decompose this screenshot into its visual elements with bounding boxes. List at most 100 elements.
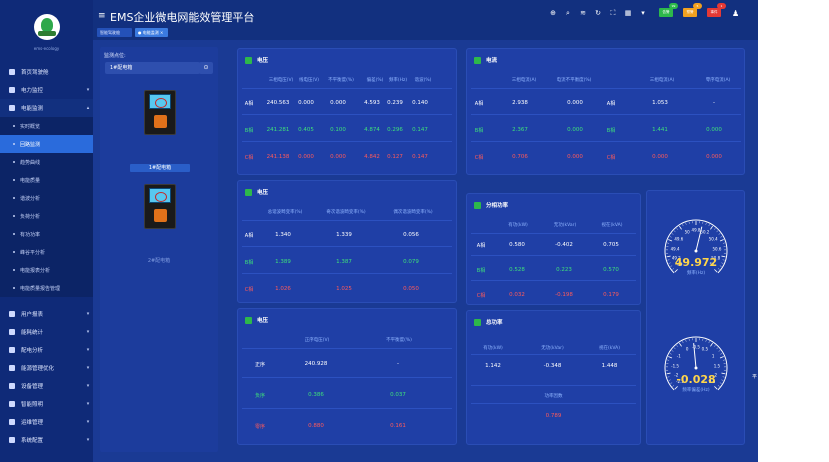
signal-icon[interactable]: ≋ bbox=[579, 9, 587, 17]
sidebar-sub-report[interactable]: 电能报表分析 bbox=[0, 261, 93, 279]
gauge-tick-label: -0.5 bbox=[692, 345, 700, 350]
voltage-col-header: 线电压(V) bbox=[298, 78, 320, 83]
gauge-tick bbox=[672, 268, 675, 270]
shirt-icon[interactable]: ▾ bbox=[639, 9, 647, 17]
harmonic-row-label: B相 bbox=[244, 260, 254, 266]
distribution-icon bbox=[9, 347, 15, 353]
device-icon bbox=[9, 383, 15, 389]
target-icon[interactable]: ⊙ bbox=[199, 62, 213, 74]
gauge-tick bbox=[666, 255, 671, 258]
header-tools: ⊕ ⌕ ≋ ↻ ⛶ ▦ ▾ bbox=[549, 9, 647, 17]
total-reactive-header: 无功(kVar) bbox=[541, 346, 564, 351]
power-col-header: 视在(kVA) bbox=[601, 223, 623, 228]
harmonic-col-header: 奇次谐波畸变率(%) bbox=[326, 210, 366, 215]
device-image-1[interactable] bbox=[144, 90, 176, 135]
sidebar-item-energy-stats[interactable]: 能耗统计 ▾ bbox=[0, 323, 93, 341]
search-icon[interactable]: ⌕ bbox=[564, 9, 572, 17]
current-row-label-2: C相 bbox=[606, 155, 616, 161]
gauge-tick bbox=[674, 269, 678, 273]
gauge-tick bbox=[721, 255, 726, 258]
gauge-tick bbox=[714, 269, 718, 273]
current-panel-title: 电流 bbox=[474, 56, 497, 64]
sidebar-item-user-report[interactable]: 用户报表 ▾ bbox=[0, 305, 93, 323]
power-cell: 0.528 bbox=[509, 267, 525, 273]
sidebar-item-devices[interactable]: 设备管理 ▾ bbox=[0, 377, 93, 395]
gauge-tick bbox=[668, 379, 671, 381]
voltage-row-label: B相 bbox=[244, 128, 254, 134]
sequence-cell: - bbox=[397, 361, 399, 367]
sidebar-sub-load[interactable]: 负荷分析 bbox=[0, 207, 93, 225]
sidebar-item-dashboard[interactable]: 首页驾驶舱 bbox=[0, 63, 93, 81]
power-cell: 0.223 bbox=[556, 267, 572, 273]
gauge-tick bbox=[667, 359, 670, 361]
breadcrumb-current[interactable]: ● 电能监测 × bbox=[135, 28, 168, 37]
breadcrumb-home[interactable]: 智能驾驶舱 bbox=[97, 28, 132, 37]
current-cell: 0.000 bbox=[567, 100, 583, 106]
sidebar-item-energy-monitor[interactable]: 电能监测 ▴ bbox=[0, 99, 93, 117]
sequence-cell: 0.037 bbox=[390, 392, 406, 398]
current-cell: 0.000 bbox=[706, 127, 722, 133]
gauge-tick bbox=[721, 379, 724, 381]
current-col-header: 电流不平衡度(%) bbox=[556, 78, 592, 83]
gauge-value: -0.028 bbox=[676, 373, 715, 386]
gear-icon bbox=[9, 437, 15, 443]
voltage-cell: 0.140 bbox=[412, 100, 428, 106]
menu-icon[interactable]: ≡ bbox=[98, 11, 106, 21]
power-col-header: 有功(kW) bbox=[508, 223, 528, 228]
current-row-label-2: B相 bbox=[606, 128, 616, 134]
sidebar-item-operations[interactable]: 运维管理 ▾ bbox=[0, 413, 93, 431]
sidebar-sub-overview[interactable]: 实时概览 bbox=[0, 117, 93, 135]
gauge-tick bbox=[720, 353, 723, 355]
current-cell: 0.000 bbox=[652, 154, 668, 160]
total-power-icon bbox=[474, 318, 481, 326]
sidebar-item-optimization[interactable]: 能源管理优化 ▾ bbox=[0, 359, 93, 377]
gauge-tick bbox=[719, 265, 722, 267]
gauge-svg: 49.850 50.249.6 50.449.4 50.649.2 50.849 5149… bbox=[664, 219, 728, 393]
sidebar-sub-active-power[interactable]: 有功功率 bbox=[0, 225, 93, 243]
current-row-label: A相 bbox=[474, 101, 484, 107]
sidebar-sub-harmonic[interactable]: 谐波分析 bbox=[0, 189, 93, 207]
event-button[interactable]: 事件 1 bbox=[707, 3, 726, 17]
sidebar-item-distribution[interactable]: 配电分析 ▾ bbox=[0, 341, 93, 359]
warning-button[interactable]: 预警 5 bbox=[683, 3, 702, 17]
sidebar-sub-trend[interactable]: 趋势曲线 bbox=[0, 153, 93, 171]
sidebar-sub-quality-report[interactable]: 电能质量报告管理 bbox=[0, 279, 93, 297]
device-label-1[interactable]: 1#配电箱 bbox=[130, 164, 190, 172]
sidebar-sub-peak-valley[interactable]: 峰谷平分析 bbox=[0, 243, 93, 261]
power-factor-value: 0.789 bbox=[545, 413, 562, 419]
power-cell: 0.705 bbox=[603, 242, 619, 248]
grid-icon[interactable]: ▦ bbox=[624, 9, 632, 17]
gauge-tick bbox=[720, 236, 723, 238]
sidebar-item-system[interactable]: 系统配置 ▾ bbox=[0, 431, 93, 449]
alarm-button[interactable]: 告警 99 bbox=[659, 3, 678, 17]
device-label-2[interactable]: 2#配电箱 bbox=[100, 257, 218, 264]
power-row-label: C相 bbox=[476, 293, 486, 299]
device-image-2[interactable] bbox=[144, 184, 176, 229]
sidebar-sub-quality[interactable]: 电能质量 bbox=[0, 171, 93, 189]
gauge-tick bbox=[668, 239, 673, 242]
gauge-tick bbox=[682, 341, 684, 344]
logo-text: ems-ecology bbox=[33, 46, 60, 51]
gauge-label: 频率偏差(Hz) bbox=[682, 386, 710, 393]
globe-icon[interactable]: ⊕ bbox=[549, 9, 557, 17]
current-col-header: 三相电流(A) bbox=[649, 78, 675, 83]
app-title: EMS企业微电网能效管理平台 bbox=[110, 11, 255, 24]
sidebar-item-lighting[interactable]: 智能照明 ▾ bbox=[0, 395, 93, 413]
gauge-hub bbox=[694, 366, 698, 370]
power-col-header: 无功(kVar) bbox=[553, 223, 577, 228]
monitor-point-select[interactable]: 1#配电箱 bbox=[105, 62, 200, 74]
gauge-tick bbox=[716, 230, 719, 233]
gauge-tick bbox=[710, 342, 713, 347]
sidebar-item-power-monitor[interactable]: 电力监控 ▾ bbox=[0, 81, 93, 99]
gauge-tick-label: 0 bbox=[686, 346, 689, 351]
harmonic-cell: 0.079 bbox=[403, 259, 419, 265]
user-avatar-icon[interactable]: ♟ bbox=[732, 9, 739, 18]
fullscreen-icon[interactable]: ⛶ bbox=[609, 9, 617, 17]
sidebar-sub-circuit-monitor[interactable]: 回路监测 bbox=[0, 135, 93, 153]
power-row-label: B相 bbox=[476, 268, 486, 274]
sequence-row-label: 零序 bbox=[254, 424, 265, 430]
harmonic-cell: 1.389 bbox=[275, 259, 291, 265]
total-power-panel: 总功率 有功(kW) 无功(kVar) 视在(kVA) 1.142 -0.348… bbox=[466, 310, 641, 445]
current-row-label: B相 bbox=[474, 128, 484, 134]
refresh-icon[interactable]: ↻ bbox=[594, 9, 602, 17]
